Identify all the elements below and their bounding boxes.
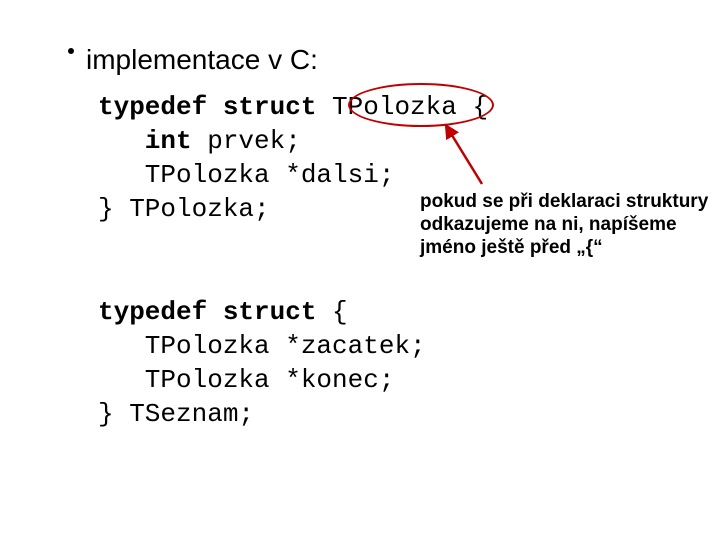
- kw-typedef-struct-2: typedef struct: [98, 297, 316, 327]
- kw-int: int: [98, 126, 192, 156]
- code2-l2: TPolozka *zacatek;: [98, 331, 426, 361]
- slide: implementace v C: typedef struct TPolozk…: [0, 0, 720, 540]
- highlight-ellipse: [348, 83, 494, 127]
- annotation-note: pokud se při deklaraci struktury odkazuj…: [420, 190, 710, 259]
- code1-l4: } TPolozka;: [98, 194, 270, 224]
- heading: implementace v C:: [56, 44, 318, 76]
- code-block-tseznam: typedef struct { TPolozka *zacatek; TPol…: [98, 295, 426, 431]
- heading-text: implementace v C:: [86, 44, 318, 75]
- code2-l4: } TSeznam;: [98, 399, 254, 429]
- arrow-icon: [0, 0, 720, 540]
- code1-l3: TPolozka *dalsi;: [98, 160, 394, 190]
- code2-l3: TPolozka *konec;: [98, 365, 394, 395]
- kw-typedef-struct-1: typedef struct: [98, 92, 316, 122]
- code1-l2-rest: prvek;: [192, 126, 301, 156]
- code2-l1-rest: {: [316, 297, 347, 327]
